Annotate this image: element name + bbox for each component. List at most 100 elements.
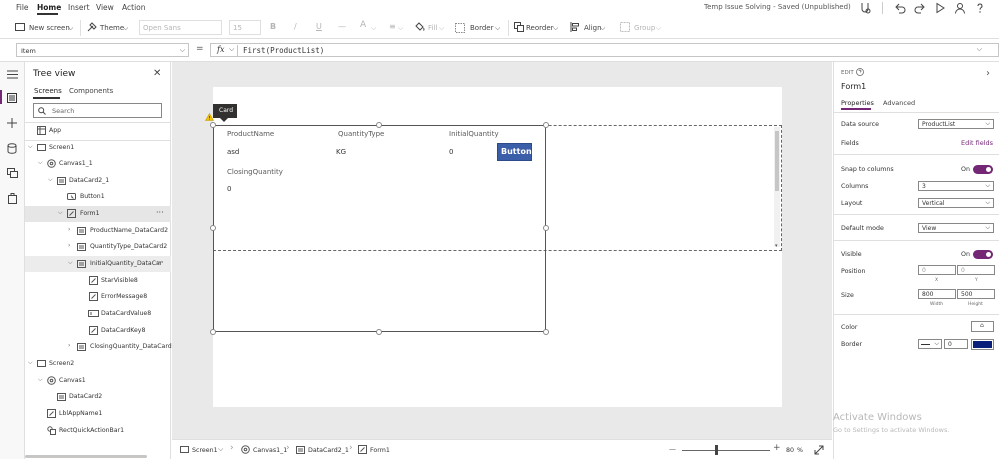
formula-expression[interactable]: First(ProductList) [243, 46, 324, 55]
chevron-down-icon[interactable]: ⌵ [371, 24, 376, 33]
resize-handle[interactable] [543, 225, 549, 231]
search-input[interactable]: Search [52, 107, 74, 115]
tree-item-datacard2-1[interactable]: ⌵ DataCard2_1 [25, 173, 171, 189]
height-input[interactable]: 500 [957, 289, 995, 299]
reorder-button[interactable]: Reorder [526, 24, 554, 32]
chevron-down-icon[interactable]: ⌵ [38, 159, 43, 167]
more-options-icon[interactable]: ··· [156, 208, 164, 217]
columns-select[interactable]: 3 ⌵ [918, 181, 994, 191]
zoom-in-button[interactable]: + [773, 443, 781, 453]
fill-button[interactable]: Fill [428, 24, 437, 32]
tree-item-productname-datacard2[interactable]: › ProductName_DataCard2 [25, 223, 171, 239]
menu-view[interactable]: View [96, 3, 114, 12]
tree-scrollbar[interactable] [25, 455, 147, 458]
tree-item-app[interactable]: App [25, 123, 171, 139]
chevron-down-icon[interactable]: ⌵ [656, 24, 661, 33]
chevron-down-icon[interactable]: ⌵ [28, 143, 33, 151]
tree-item-canvas1[interactable]: ⌵ Canvas1 [25, 373, 171, 389]
menu-file[interactable]: File [16, 3, 29, 12]
chevron-right-icon[interactable]: › [68, 342, 70, 349]
warning-icon[interactable] [205, 113, 214, 121]
chevron-down-icon[interactable]: ⌵ [68, 24, 73, 33]
align-button[interactable]: Align [584, 24, 602, 32]
help-circle-icon[interactable] [856, 68, 864, 76]
breadcrumb-screen1[interactable]: Screen1 [192, 447, 218, 454]
chevron-down-icon[interactable]: ⌵ [229, 45, 234, 54]
width-input[interactable]: 800 [918, 289, 956, 299]
color-picker[interactable]: ⌂ [971, 321, 994, 332]
zoom-slider[interactable] [682, 450, 770, 451]
resize-handle[interactable] [543, 122, 549, 128]
fit-to-window-icon[interactable] [814, 445, 824, 455]
form-scrollbar-thumb[interactable] [775, 131, 779, 191]
text-align-icon[interactable]: ≡ [389, 22, 396, 31]
menu-home[interactable]: Home [37, 3, 61, 12]
strikethrough-button[interactable]: — [338, 22, 346, 31]
chevron-down-icon[interactable]: ⌵ [553, 24, 558, 33]
tree-item-lblappname1[interactable]: LblAppName1 [25, 406, 171, 422]
position-y-input[interactable]: 0 [957, 265, 995, 275]
tree-item-initialquantity-datacard[interactable]: ⌵ InitialQuantity_DataCar ··· [25, 256, 171, 272]
property-select[interactable]: Item ⌵ [16, 43, 189, 57]
tree-item-screen1[interactable]: ⌵ Screen1 [25, 140, 171, 156]
resize-handle[interactable] [543, 329, 549, 335]
insert-plus-icon[interactable] [7, 118, 17, 128]
chevron-down-icon[interactable]: ⌵ [218, 445, 223, 454]
tree-item-quantitytype-datacard2[interactable]: › QuantityType_DataCard2 [25, 239, 171, 255]
tree-item-closingquantity-datacard2[interactable]: › ClosingQuantity_DataCard2 [25, 339, 176, 355]
undo-icon[interactable] [894, 2, 906, 14]
tab-screens[interactable]: Screens [34, 87, 62, 95]
fx-icon[interactable]: fx [217, 45, 224, 54]
breadcrumb-datacard2-1[interactable]: DataCard2_1 [308, 447, 349, 454]
resize-handle[interactable] [210, 122, 216, 128]
edit-fields-link[interactable]: Edit fields [961, 139, 993, 147]
play-icon[interactable] [934, 2, 946, 14]
font-size-select[interactable]: 15 [229, 20, 261, 35]
tree-search-box[interactable]: Search [33, 103, 162, 118]
tree-item-datacardvalue8[interactable]: DataCardValue8 [25, 306, 171, 322]
formula-input[interactable]: fx ⌵ First(ProductList) ⌵ [210, 43, 999, 57]
chevron-down-icon[interactable]: ⌵ [123, 24, 128, 33]
chevron-right-icon[interactable]: › [986, 68, 990, 79]
theme-button[interactable]: Theme [100, 24, 124, 32]
form-scrollbar-track[interactable] [774, 127, 780, 247]
share-user-icon[interactable] [954, 2, 966, 14]
visible-toggle[interactable] [973, 250, 993, 259]
more-options-icon[interactable]: ··· [156, 258, 164, 267]
chevron-down-icon[interactable]: ⌵ [495, 24, 500, 33]
snap-toggle[interactable] [973, 165, 993, 174]
tree-item-errormessage8[interactable]: ErrorMessage8 [25, 289, 171, 305]
underline-button[interactable]: U [316, 22, 322, 31]
resize-handle[interactable] [210, 329, 216, 335]
default-mode-select[interactable]: View ⌵ [918, 223, 994, 233]
zoom-out-button[interactable]: — [669, 445, 676, 453]
expand-formula-icon[interactable]: ⌵ [977, 45, 982, 54]
position-x-input[interactable]: 0 [918, 265, 956, 275]
chevron-down-icon[interactable]: ⌵ [48, 176, 53, 184]
border-width-input[interactable]: 0 [944, 339, 968, 349]
chevron-right-icon[interactable]: › [68, 226, 70, 233]
tree-item-datacard2[interactable]: DataCard2 [25, 389, 171, 405]
form-button[interactable]: Button [497, 143, 532, 161]
tree-item-starvisible8[interactable]: StarVisible8 [25, 273, 171, 289]
tree-item-form1[interactable]: ⌵ Form1 ··· [25, 206, 171, 222]
app-checker-icon[interactable] [859, 2, 871, 14]
tree-item-screen2[interactable]: ⌵ Screen2 [25, 356, 171, 372]
resize-handle[interactable] [376, 329, 382, 335]
media-icon[interactable] [7, 168, 18, 178]
tab-components[interactable]: Components [69, 87, 113, 95]
group-button[interactable]: Group [634, 24, 655, 32]
new-screen-button[interactable]: New screen [29, 24, 70, 32]
font-family-select[interactable]: Open Sans [139, 20, 222, 35]
border-style-select[interactable]: ⌵ [918, 339, 942, 349]
close-icon[interactable]: ✕ [153, 68, 161, 79]
data-source-select[interactable]: ProductList ⌵ [918, 119, 994, 129]
chevron-down-icon[interactable]: ⌵ [38, 376, 43, 384]
breadcrumb-form1[interactable]: Form1 [370, 447, 390, 454]
chevron-down-icon[interactable]: ⌵ [439, 24, 444, 33]
tab-advanced[interactable]: Advanced [883, 99, 915, 107]
bold-button[interactable]: B [270, 22, 276, 31]
control-name[interactable]: Form1 [841, 82, 866, 91]
redo-icon[interactable] [914, 2, 926, 14]
menu-action[interactable]: Action [122, 3, 146, 12]
